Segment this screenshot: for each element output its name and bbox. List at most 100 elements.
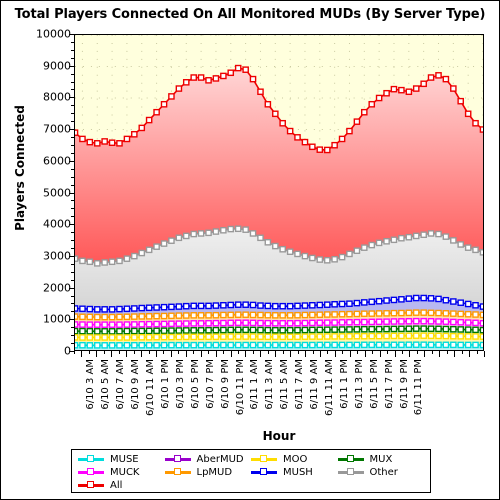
legend-swatch-icon	[164, 468, 191, 477]
x-axis-tick-label: 6/11 5 PM	[368, 359, 380, 409]
x-axis-tick-label: 6/11 5 AM	[279, 359, 291, 410]
legend-item-all[interactable]: All	[78, 480, 165, 491]
x-axis-tick	[185, 351, 187, 357]
x-axis-minor-tick	[402, 351, 403, 354]
x-axis-tick-label: 6/10 11 AM	[145, 359, 157, 417]
x-axis-minor-tick	[387, 351, 389, 354]
x-axis-tick-label: 6/11 11 AM	[324, 359, 335, 417]
y-axis-tick-label: 10000	[36, 27, 71, 41]
x-axis-tick	[81, 351, 83, 357]
legend-row: All	[78, 479, 424, 492]
x-axis-tick-label: 6/11 11 PM	[413, 359, 425, 416]
x-axis-tick	[334, 351, 336, 357]
legend-swatch-icon	[337, 455, 364, 464]
x-axis-tick-label: 6/10 9 PM	[219, 359, 231, 409]
legend-label: MUX	[369, 454, 393, 465]
x-axis-minor-tick	[431, 351, 433, 354]
x-axis-tick	[364, 351, 366, 357]
legend-item-muse[interactable]: MUSE	[78, 454, 165, 465]
x-axis-minor-tick	[327, 351, 329, 354]
y-axis-tick-label: 1000	[43, 312, 71, 326]
legend-swatch-icon	[78, 481, 104, 490]
x-axis-title: Hour	[262, 429, 296, 443]
x-axis-tick	[126, 351, 128, 357]
x-axis-tick-label: 6/10 9 AM	[130, 359, 142, 410]
x-axis-tick	[394, 351, 396, 357]
x-axis-tick-label: 6/11 3 PM	[353, 359, 365, 409]
x-axis-minor-tick	[252, 351, 254, 354]
x-axis-minor-tick	[476, 351, 478, 354]
x-axis-tick	[170, 351, 172, 357]
x-axis-minor-tick	[88, 351, 90, 354]
x-axis-minor-tick	[267, 351, 269, 354]
x-axis-minor-tick	[416, 351, 418, 354]
x-axis-tick	[424, 351, 426, 357]
legend-label: AberMUD	[196, 454, 244, 465]
x-axis-tick	[484, 351, 485, 357]
legend-item-mush[interactable]: MUSH	[251, 467, 338, 478]
x-axis-tick-label: 6/10 5 AM	[100, 359, 112, 410]
y-axis-tick-label: 0	[64, 344, 71, 358]
x-axis-tick-label: 6/10 11 PM	[234, 359, 246, 416]
y-axis-tick-label: 2000	[43, 281, 71, 295]
x-axis-tick-label: 6/10 1 PM	[160, 359, 171, 409]
x-axis-minor-tick	[312, 351, 314, 354]
legend-swatch-icon	[164, 455, 191, 464]
x-axis-tick	[275, 351, 277, 357]
x-axis-tick-label: 6/10 7 PM	[204, 359, 216, 409]
x-axis-tick	[215, 351, 217, 357]
x-axis-minor-tick	[282, 351, 284, 354]
chart-legend: MUSE AberMUD MOO MUX MUCK LpMUD MUSH Other All	[71, 449, 431, 493]
x-axis-minor-tick	[148, 351, 150, 354]
x-axis-tick-label: 6/10 3 PM	[174, 359, 186, 409]
x-axis-minor-tick	[446, 351, 448, 354]
x-axis-minor-tick	[193, 351, 195, 354]
x-axis-tick	[156, 351, 157, 357]
legend-row: MUSE AberMUD MOO MUX	[78, 453, 424, 466]
x-axis-minor-tick	[208, 351, 210, 354]
x-axis-tick	[96, 351, 98, 357]
x-axis-tick	[305, 351, 307, 357]
x-axis-tick	[379, 351, 381, 357]
legend-item-lpmud[interactable]: LpMUD	[164, 467, 252, 478]
legend-swatch-icon	[78, 468, 104, 477]
legend-item-abermud[interactable]: AberMUD	[164, 454, 252, 465]
x-axis-tick	[141, 351, 143, 357]
y-axis-title: Players Connected	[13, 105, 27, 231]
x-axis-minor-tick	[133, 351, 135, 354]
x-axis-tick-label: 6/11 9 PM	[398, 359, 410, 409]
x-axis-minor-tick	[163, 351, 165, 354]
plot-area	[74, 34, 484, 351]
legend-item-mux[interactable]: MUX	[337, 454, 425, 465]
series-layer	[75, 64, 483, 350]
x-axis-tick	[469, 351, 471, 357]
legend-swatch-icon	[251, 468, 277, 477]
x-axis-tick-label: 6/11 7 AM	[294, 359, 306, 410]
x-axis-tick-label: 6/11 3 AM	[264, 359, 276, 410]
legend-label: MUSE	[110, 454, 139, 465]
x-axis-minor-tick	[372, 351, 374, 354]
x-axis-minor-tick	[238, 351, 239, 354]
x-axis-tick	[439, 351, 441, 357]
legend-label: Other	[369, 467, 398, 478]
legend-label: MOO	[283, 454, 308, 465]
x-axis-tick-label: 6/10 3 AM	[85, 359, 97, 410]
x-axis-tick	[245, 351, 247, 357]
legend-swatch-icon	[78, 455, 104, 464]
chart-window: Total Players Connected On All Monitored…	[0, 0, 500, 500]
x-axis-tick	[349, 351, 351, 357]
legend-item-other[interactable]: Other	[337, 467, 425, 478]
legend-label: LpMUD	[196, 467, 233, 478]
x-axis-tick-label: 6/11 1 AM	[249, 359, 261, 410]
y-axis: 0 1000 2000 3000 4000 5000 6000 7000 8000 9000 100…	[1, 1, 74, 401]
x-axis-minor-tick	[342, 351, 344, 354]
x-axis-tick-label: 6/11 9 AM	[309, 359, 321, 410]
legend-row: MUCK LpMUD MUSH Other	[78, 466, 424, 479]
x-axis-tick	[111, 351, 113, 357]
x-axis-tick-label: 6/11 1 PM	[338, 359, 350, 409]
x-axis-minor-tick	[297, 351, 299, 354]
x-axis-tick-label: 6/10 5 PM	[189, 359, 201, 409]
legend-item-moo[interactable]: MOO	[251, 454, 338, 465]
legend-swatch-icon	[337, 468, 364, 477]
legend-item-muck[interactable]: MUCK	[78, 467, 165, 478]
